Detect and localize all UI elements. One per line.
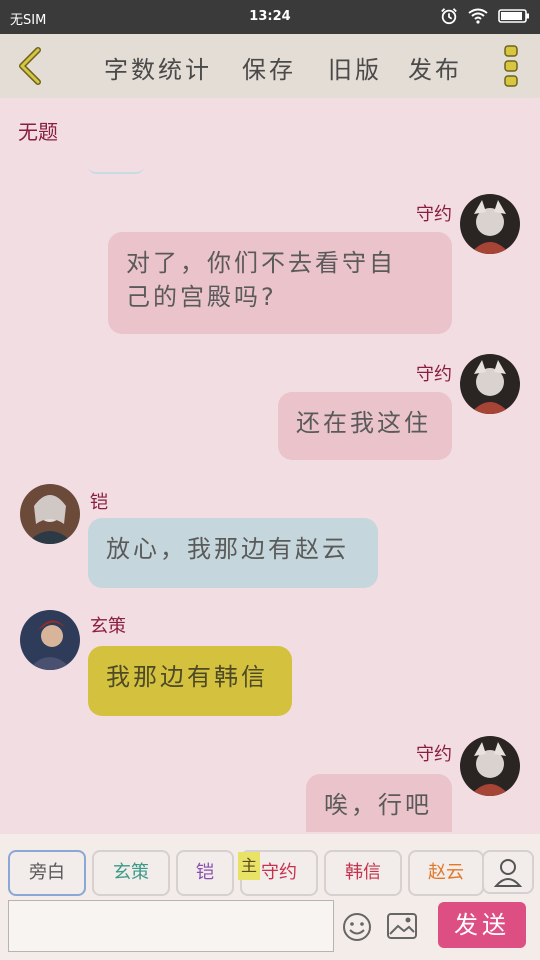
message-bubble: 放心，我那边有赵云 bbox=[88, 518, 378, 588]
message-text-line: 放心，我那边有赵云 bbox=[106, 535, 349, 563]
avatar[interactable] bbox=[20, 610, 80, 670]
message-text-line: 我那边有韩信 bbox=[106, 663, 268, 691]
role-label: 赵云 bbox=[428, 862, 464, 883]
role-label: 旁白 bbox=[29, 862, 65, 883]
message-bubble: 还在我这住 bbox=[278, 392, 452, 460]
message-bubble: 对了，你们不去看守自 己的宫殿吗? bbox=[108, 232, 452, 334]
alarm-icon bbox=[441, 8, 457, 25]
chat-area[interactable]: 守约 对了，你们不去看守自 己的宫殿吗? 守约 还在我这住 铠 放心，我那边有赵… bbox=[0, 172, 540, 832]
role-button-xuance[interactable]: 玄策 bbox=[92, 850, 170, 896]
role-selector: 旁白 玄策 铠 守约 韩信 赵云 bbox=[0, 850, 540, 898]
status-bar: 无SIM 13:24 bbox=[0, 0, 540, 34]
role-label: 韩信 bbox=[345, 862, 381, 883]
wifi-icon bbox=[468, 8, 488, 24]
role-label: 铠 bbox=[196, 862, 214, 883]
avatar[interactable] bbox=[460, 354, 520, 414]
avatar-image bbox=[460, 194, 520, 254]
role-button-zhaoyun[interactable]: 赵云 bbox=[408, 850, 484, 896]
message-text-line: 还在我这住 bbox=[296, 409, 431, 437]
role-button-hanxin[interactable]: 韩信 bbox=[324, 850, 402, 896]
avatar[interactable] bbox=[20, 484, 80, 544]
more-options-icon[interactable] bbox=[500, 44, 522, 88]
avatar-image bbox=[20, 484, 80, 544]
message-item[interactable]: 玄策 我那边有韩信 bbox=[0, 602, 540, 732]
message-text-line: 对了，你们不去看守自 bbox=[126, 249, 396, 277]
message-text-line: 唉，行吧 bbox=[324, 791, 432, 819]
send-button[interactable]: 发送 bbox=[438, 902, 526, 948]
story-title[interactable]: 无题 bbox=[18, 116, 58, 145]
avatar[interactable] bbox=[460, 736, 520, 796]
image-icon[interactable] bbox=[386, 912, 418, 940]
user-icon bbox=[493, 859, 523, 887]
speaker-name: 守约 bbox=[416, 364, 452, 385]
speaker-name: 守约 bbox=[416, 744, 452, 765]
message-item[interactable]: 守约 对了，你们不去看守自 己的宫殿吗? bbox=[0, 172, 540, 342]
message-item[interactable]: 守约 还在我这住 bbox=[0, 342, 540, 472]
message-bubble: 唉，行吧 bbox=[306, 774, 452, 832]
avatar[interactable] bbox=[460, 194, 520, 254]
speaker-name: 铠 bbox=[90, 492, 108, 513]
story-title-row[interactable]: 无题 bbox=[0, 98, 540, 160]
back-arrow-icon[interactable] bbox=[10, 44, 50, 88]
message-item[interactable]: 铠 放心，我那边有赵云 bbox=[0, 472, 540, 602]
publish-button[interactable]: 发布 bbox=[408, 50, 462, 85]
role-button-narrator[interactable]: 旁白 bbox=[8, 850, 86, 896]
role-label: 守约 bbox=[261, 862, 297, 883]
message-item[interactable]: 守约 唉，行吧 bbox=[0, 732, 540, 832]
speaker-name: 玄策 bbox=[90, 616, 126, 637]
role-button-kai[interactable]: 铠 bbox=[176, 850, 234, 896]
speaker-name: 守约 bbox=[416, 204, 452, 225]
old-version-button[interactable]: 旧版 bbox=[328, 50, 382, 85]
battery-icon bbox=[498, 9, 529, 23]
emoji-icon[interactable] bbox=[342, 912, 372, 942]
message-bubble: 我那边有韩信 bbox=[88, 646, 292, 716]
avatar-image bbox=[460, 736, 520, 796]
top-toolbar: 字数统计 保存 旧版 发布 bbox=[0, 34, 540, 99]
save-button[interactable]: 保存 bbox=[242, 50, 296, 85]
message-text-line: 己的宫殿吗? bbox=[126, 283, 277, 311]
main-character-badge: 主 bbox=[238, 852, 260, 880]
avatar-image bbox=[460, 354, 520, 414]
word-count-button[interactable]: 字数统计 bbox=[104, 50, 212, 85]
role-label: 玄策 bbox=[113, 862, 149, 883]
message-input[interactable] bbox=[8, 900, 334, 952]
avatar-image bbox=[20, 610, 80, 670]
manage-roles-button[interactable] bbox=[482, 850, 534, 894]
